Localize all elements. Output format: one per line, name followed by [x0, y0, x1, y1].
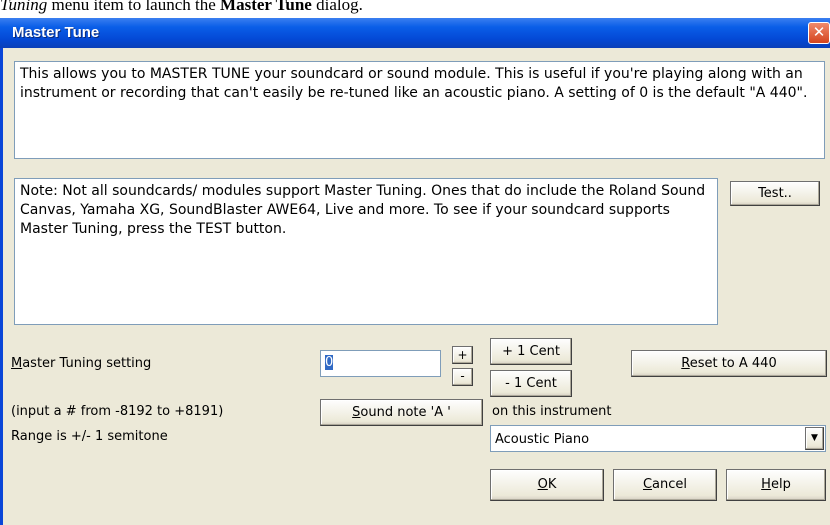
close-button[interactable]: ✕ [808, 22, 830, 44]
master-tuning-input[interactable]: 0 [320, 350, 441, 377]
caption-text: menu item to launch the [47, 0, 221, 14]
plus-one-cent-button[interactable]: + 1 Cent [490, 338, 572, 365]
mnemonic-m: M [11, 356, 23, 371]
range-label: Range is +/- 1 semitone [11, 429, 168, 444]
reset-label-rest: eset to A 440 [689, 356, 777, 371]
dropdown-button[interactable]: ▼ [805, 427, 824, 450]
label-rest: aster Tuning setting [22, 356, 152, 371]
dialog-body: This allows you to MASTER TUNE your soun… [3, 48, 830, 525]
help-label-rest: elp [770, 477, 791, 492]
decrement-button[interactable]: - [452, 368, 473, 386]
mnemonic-r: R [681, 356, 690, 371]
note-textbox[interactable]: Note: Not all soundcards/ modules suppor… [14, 178, 718, 325]
cancel-button[interactable]: Cancel [613, 469, 717, 501]
mnemonic-o: O [537, 477, 548, 492]
close-icon: ✕ [812, 23, 826, 41]
reset-button[interactable]: Reset to A 440 [631, 350, 827, 377]
ok-label-rest: K [547, 477, 557, 492]
mnemonic-h: H [761, 477, 771, 492]
info-textbox[interactable]: This allows you to MASTER TUNE your soun… [14, 61, 825, 159]
cancel-label-rest: ancel [652, 477, 688, 492]
sound-note-button[interactable]: Sound note 'A ' [320, 399, 483, 426]
input-range-hint: (input a # from -8192 to +8191) [11, 404, 224, 419]
minus-one-cent-button[interactable]: - 1 Cent [490, 370, 572, 397]
caption-italic: Tuning [0, 0, 48, 14]
sound-label-rest: ound note 'A ' [360, 405, 451, 420]
caption-bold: Master Tune [220, 0, 312, 14]
title-bar[interactable]: Master Tune ✕ [0, 18, 830, 48]
window-title: Master Tune [12, 24, 100, 41]
on-this-instrument-label: on this instrument [492, 404, 612, 419]
increment-button[interactable]: + [452, 346, 473, 364]
tuning-value: 0 [325, 355, 334, 370]
instrument-selected-value: Acoustic Piano [495, 432, 590, 447]
caption-end: dialog. [311, 0, 363, 14]
master-tune-dialog: Master Tune ✕ This allows you to MASTER … [0, 18, 830, 525]
chevron-down-icon: ▼ [811, 433, 818, 443]
test-button[interactable]: Test.. [730, 181, 820, 206]
help-button[interactable]: Help [726, 469, 826, 501]
instrument-select[interactable]: Acoustic Piano ▼ [490, 425, 826, 452]
mnemonic-c: C [642, 477, 653, 492]
master-tuning-label: Master Tuning setting [11, 356, 151, 371]
ok-button[interactable]: OK [490, 469, 604, 501]
